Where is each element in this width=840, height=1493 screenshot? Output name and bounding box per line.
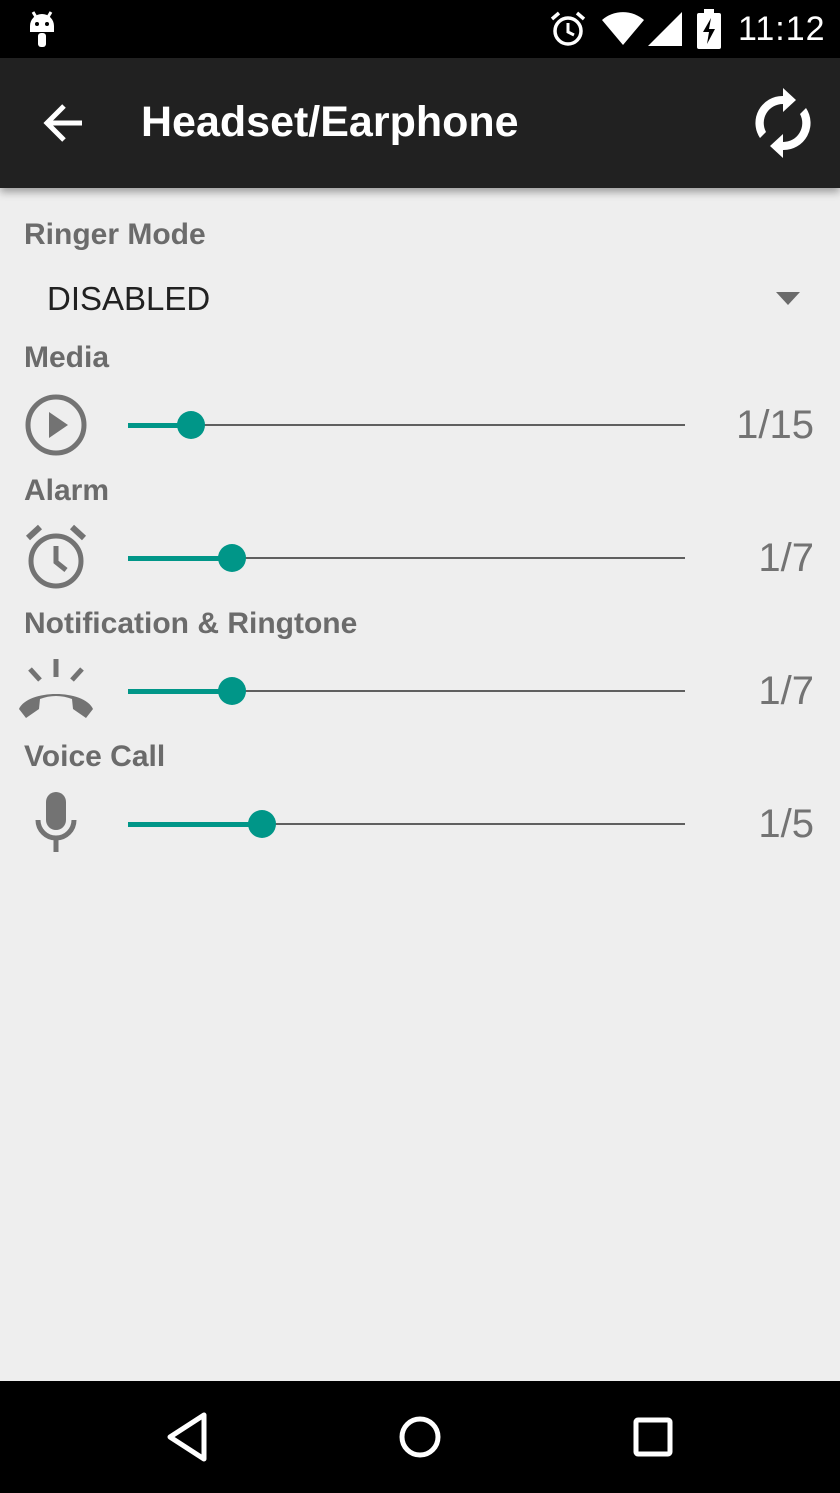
media-volume-slider[interactable] — [128, 385, 685, 465]
notification-volume-slider[interactable] — [128, 651, 685, 731]
ringing-phone-icon — [19, 659, 93, 718]
slider-fill — [128, 556, 232, 561]
alarm-volume-slider[interactable] — [128, 518, 685, 598]
slider-thumb[interactable] — [247, 810, 276, 838]
notification-label: Notification & Ringtone — [24, 607, 358, 640]
app-bar: Headset/Earphone — [0, 58, 840, 188]
page-title: Headset/Earphone — [141, 98, 519, 146]
voice-call-label: Voice Call — [24, 740, 166, 773]
status-clock: 11:12 — [738, 10, 826, 48]
slider-fill — [128, 689, 232, 694]
media-volume-value: 1/15 — [736, 403, 814, 447]
dropdown-arrow-icon — [776, 292, 800, 305]
arrow-back-icon[interactable] — [42, 101, 86, 145]
microphone-icon — [35, 792, 77, 852]
voice-call-volume-slider[interactable] — [128, 784, 685, 864]
voice-call-volume-value: 1/5 — [758, 802, 814, 846]
wifi-icon — [602, 12, 644, 45]
alarm-label: Alarm — [24, 474, 110, 507]
play-circle-icon — [25, 394, 87, 456]
media-label: Media — [24, 341, 110, 374]
recents-square-icon[interactable] — [629, 1411, 677, 1463]
home-circle-icon[interactable] — [396, 1411, 444, 1463]
sync-icon[interactable] — [752, 88, 814, 158]
notification-volume-row: 1/7 — [0, 651, 840, 731]
ringer-mode-dropdown[interactable]: DISABLED — [0, 262, 840, 338]
status-bar: 11:12 — [0, 0, 840, 58]
slider-thumb[interactable] — [217, 677, 246, 705]
alarm-icon — [550, 11, 586, 46]
back-triangle-icon[interactable] — [164, 1411, 212, 1463]
slider-fill — [128, 822, 262, 827]
slider-thumb[interactable] — [217, 544, 246, 572]
android-icon — [30, 11, 54, 47]
alarm-volume-row: 1/7 — [0, 518, 840, 598]
alarm-clock-icon — [25, 524, 87, 589]
ringer-mode-selected: DISABLED — [47, 280, 211, 317]
ringer-mode-label: Ringer Mode — [24, 218, 206, 251]
slider-track — [128, 424, 685, 426]
signal-icon — [648, 12, 682, 46]
notification-volume-value: 1/7 — [758, 669, 814, 713]
media-volume-row: 1/15 — [0, 385, 840, 465]
battery-charging-icon — [697, 9, 721, 49]
slider-thumb[interactable] — [177, 411, 206, 439]
alarm-volume-value: 1/7 — [758, 536, 814, 580]
navigation-bar — [0, 1381, 840, 1493]
voice-call-volume-row: 1/5 — [0, 784, 840, 864]
